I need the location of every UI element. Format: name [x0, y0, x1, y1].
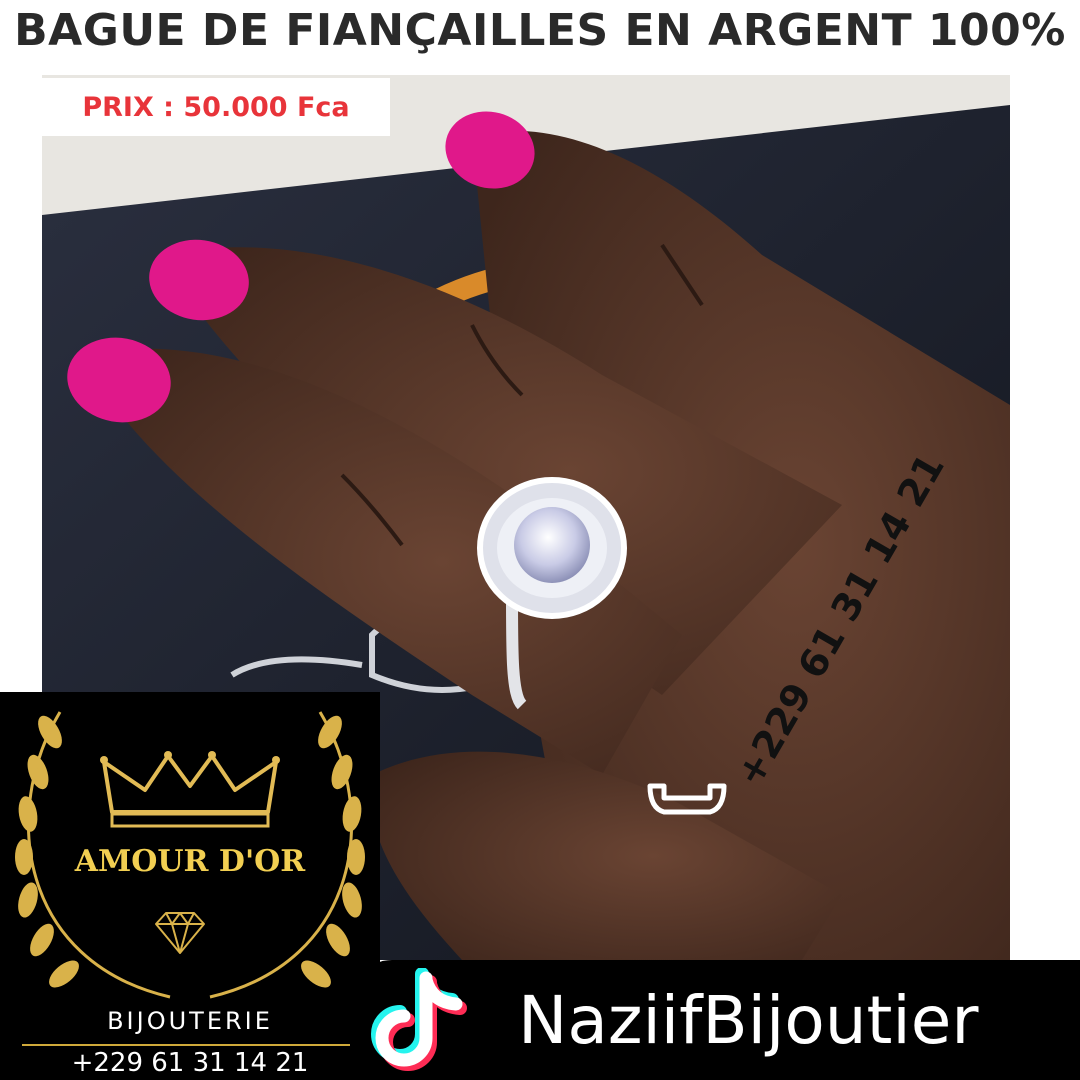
page-title: BAGUE DE FIANÇAILLES EN ARGENT 100% [14, 4, 1066, 56]
phone-handset-icon [647, 783, 727, 815]
divider [22, 1044, 358, 1046]
brand-phone: +229 61 31 14 21 [71, 1048, 309, 1078]
brand-name: AMOUR D'OR [74, 844, 306, 879]
tiktok-icon [371, 968, 467, 1071]
tiktok-banner: NaziifBijoutier [350, 960, 1080, 1080]
brand-subtitle: BIJOUTERIE [107, 1007, 273, 1035]
price-label: PRIX : 50.000 Fca [42, 78, 390, 136]
brand-logo: AMOUR D'OR BIJOUTERIE +229 61 31 14 21 [0, 692, 380, 1080]
diamond-icon [155, 912, 205, 954]
tiktok-handle: NaziifBijoutier [518, 981, 979, 1059]
crown-icon [100, 751, 280, 828]
